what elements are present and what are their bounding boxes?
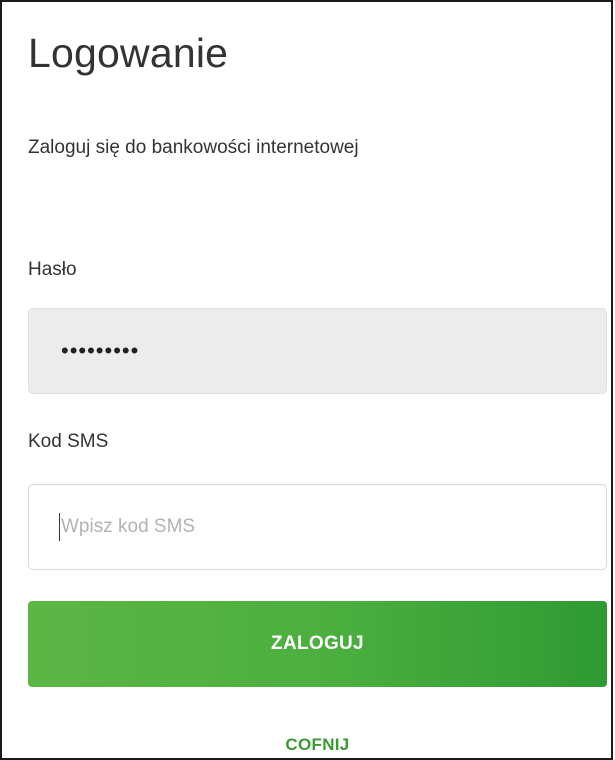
password-label: Hasło [28, 259, 77, 280]
password-field[interactable] [28, 308, 607, 394]
sms-code-input[interactable] [28, 484, 607, 570]
login-panel: Logowanie Zaloguj się do bankowości inte… [0, 0, 613, 760]
page-subtitle: Zaloguj się do bankowości internetowej [28, 137, 359, 158]
login-button[interactable]: ZALOGUJ [28, 601, 607, 687]
text-cursor [59, 513, 60, 541]
sms-code-label: Kod SMS [28, 431, 109, 452]
page-title: Logowanie [28, 30, 229, 76]
